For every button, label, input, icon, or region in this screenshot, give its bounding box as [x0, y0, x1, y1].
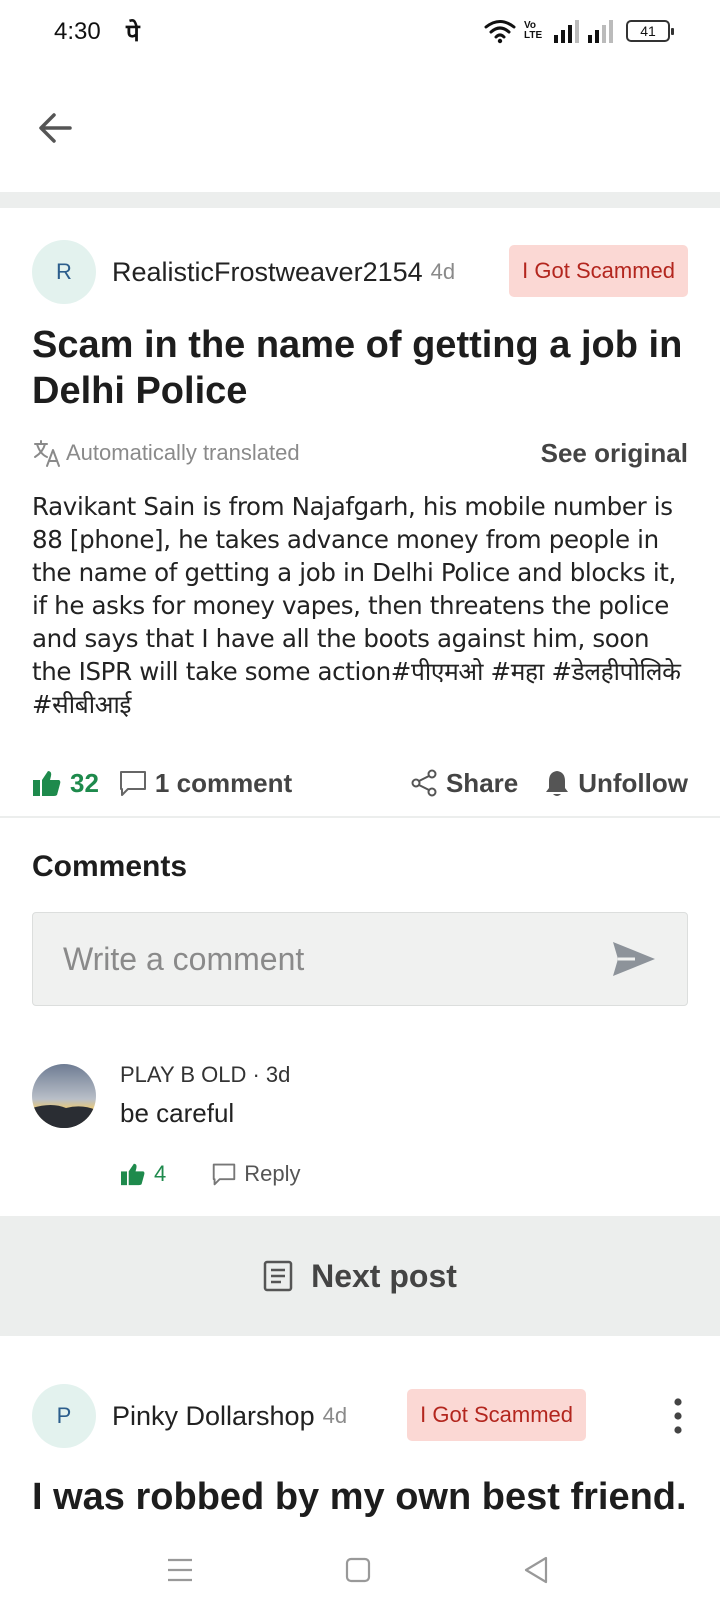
- status-icons: Vo LTE 41: [484, 16, 674, 46]
- like-count[interactable]: 32: [70, 768, 99, 799]
- author-row: R RealisticFrostweaver2154 4d I Got Scam…: [32, 240, 688, 304]
- more-vertical-icon[interactable]: [666, 1392, 690, 1440]
- separator: [0, 816, 720, 818]
- home-square-icon[interactable]: [338, 1550, 378, 1590]
- category-tag[interactable]: I Got Scammed: [509, 245, 688, 297]
- section-divider: [0, 192, 720, 208]
- send-icon[interactable]: [611, 939, 657, 979]
- post-age: 4d: [322, 1403, 348, 1428]
- post-title: Scam in the name of getting a job in Del…: [32, 324, 683, 412]
- battery-icon: 41: [626, 20, 674, 42]
- unfollow-button[interactable]: Unfollow: [578, 768, 688, 799]
- post-actions: 32 1 comment Share Unfollow: [32, 761, 688, 805]
- comment-item: PLAY B OLD · 3d be careful 4 Reply: [32, 1062, 688, 1202]
- comment-text: be careful: [120, 1098, 235, 1128]
- comment-input[interactable]: [33, 913, 603, 1005]
- reply-icon: [213, 1163, 236, 1186]
- reply-label: Reply: [244, 1161, 301, 1186]
- comment-actions: 4 Reply: [120, 1154, 301, 1194]
- thumbs-up-icon[interactable]: [120, 1162, 146, 1186]
- battery-level: 41: [640, 23, 656, 39]
- share-button[interactable]: Share: [446, 768, 518, 799]
- author-row: P Pinky Dollarshop 4d I Got Scammed: [32, 1384, 688, 1448]
- comment-meta: PLAY B OLD · 3d: [120, 1062, 291, 1087]
- comment-input-box: [32, 912, 688, 1006]
- comment-icon[interactable]: [119, 769, 147, 797]
- wifi-icon: [484, 20, 516, 44]
- status-bar: 4:30 पे Vo LTE 41: [0, 0, 720, 66]
- reply-button[interactable]: Reply: [212, 1161, 301, 1187]
- translation-row: Automatically translated See original: [32, 436, 688, 470]
- avatar[interactable]: [32, 1064, 96, 1128]
- post-body: Ravikant Sain is from Najafgarh, his mob…: [32, 492, 681, 719]
- comment-count-link[interactable]: 1 comment: [155, 768, 292, 799]
- signal-icon: [554, 20, 579, 43]
- back-arrow-icon[interactable]: [34, 106, 78, 150]
- next-post-label: Next post: [311, 1257, 457, 1294]
- next-post-preview[interactable]: P Pinky Dollarshop 4d I Got Scammed I wa…: [32, 1384, 688, 1519]
- status-notification-glyph: पे: [126, 19, 140, 47]
- signal-icon: [588, 20, 613, 43]
- back-triangle-icon[interactable]: [516, 1550, 556, 1590]
- post-actions-right: Share Unfollow: [410, 761, 688, 805]
- see-original-link[interactable]: See original: [541, 438, 688, 469]
- next-post-button[interactable]: Next post: [0, 1216, 720, 1336]
- next-post-title: I was robbed by my own best friend.: [32, 1476, 687, 1518]
- avatar[interactable]: R: [32, 240, 96, 304]
- translated-label: Automatically translated: [66, 440, 300, 465]
- status-time: 4:30: [54, 18, 101, 45]
- app-header: [0, 66, 720, 192]
- category-tag[interactable]: I Got Scammed: [407, 1389, 586, 1441]
- author-name[interactable]: Pinky Dollarshop: [112, 1401, 315, 1432]
- share-icon[interactable]: [410, 769, 438, 797]
- menu-icon[interactable]: [160, 1550, 200, 1590]
- volte-indicator: Vo LTE: [524, 20, 543, 41]
- post-age: 4d: [430, 259, 456, 284]
- system-nav-bar: [0, 1526, 720, 1612]
- article-icon: [263, 1260, 293, 1292]
- post: R RealisticFrostweaver2154 4d I Got Scam…: [32, 240, 688, 805]
- next-post-band: Next post: [0, 1216, 720, 1336]
- avatar-image: [32, 1064, 96, 1128]
- translate-icon: [34, 440, 60, 467]
- thumbs-up-icon[interactable]: [32, 769, 62, 797]
- comments-heading: Comments: [32, 850, 188, 883]
- comment-like-count[interactable]: 4: [154, 1161, 166, 1187]
- avatar[interactable]: P: [32, 1384, 96, 1448]
- author-name[interactable]: RealisticFrostweaver2154: [112, 257, 423, 288]
- bell-icon[interactable]: [544, 769, 570, 797]
